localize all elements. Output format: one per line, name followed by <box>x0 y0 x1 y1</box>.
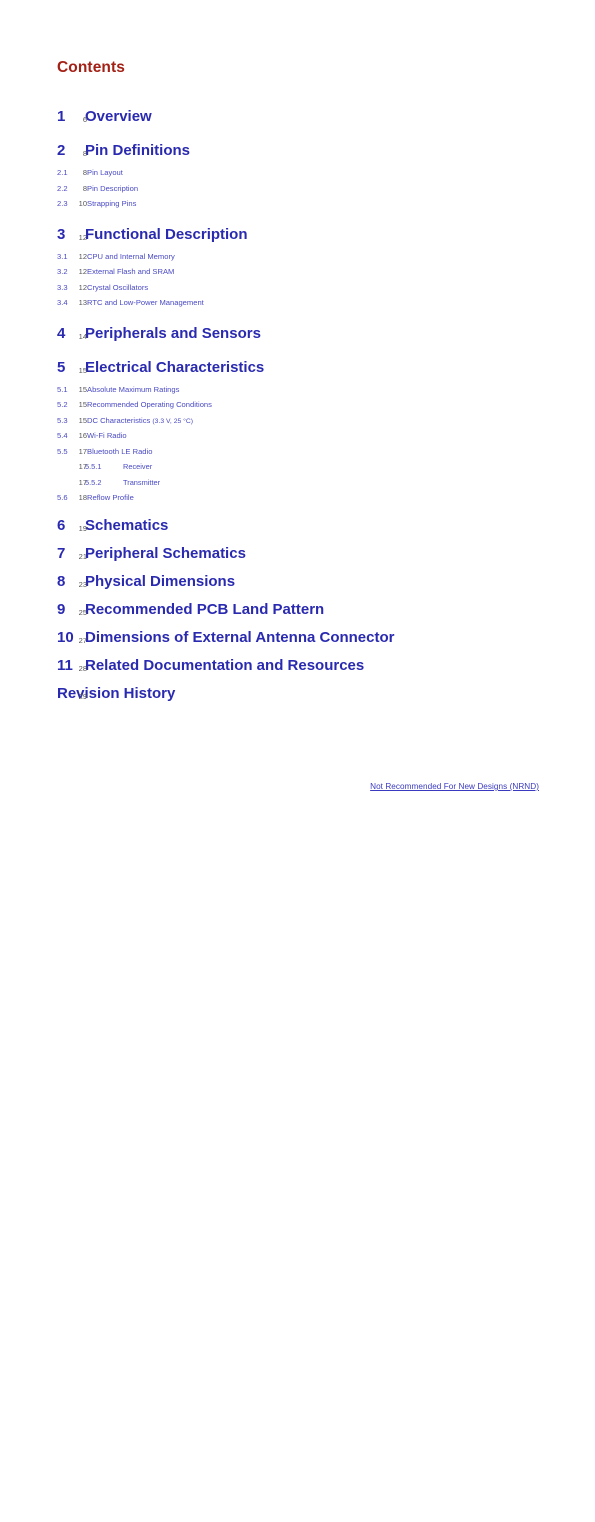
toc-entry-label: DC Characteristics (3.3 V, 25 °C) <box>87 413 193 430</box>
toc-entry[interactable]: 2.3 Strapping Pins 10 <box>57 196 539 212</box>
toc-entry-label: Reflow Profile <box>87 490 134 506</box>
toc-entry-label-text: DC Characteristics <box>87 415 153 425</box>
page-title: Contents <box>57 59 125 76</box>
toc-entry-number: 5.5.2 <box>85 477 102 487</box>
toc-entry[interactable]: 3.3 Crystal Oscillators 12 <box>57 280 539 296</box>
toc-entry-label: Pin Definitions <box>85 137 190 165</box>
toc-spacer <box>57 212 539 221</box>
page-footer: Not Recommended For New Designs (NRND) <box>57 776 539 794</box>
toc-entry[interactable]: 3.1 CPU and Internal Memory 12 <box>57 249 539 265</box>
toc-entry[interactable]: 2 Pin Definitions 8 <box>57 137 539 165</box>
toc-entry-label: Dimensions of External Antenna Connector <box>85 624 395 652</box>
toc-entry[interactable]: 5 Electrical Characteristics 15 <box>57 354 539 382</box>
toc-entry-label-text: CPU and Internal Memory <box>87 251 175 261</box>
toc-entry[interactable]: 11 Related Documentation and Resources 28 <box>57 652 539 680</box>
toc-entry-label-text: External Flash and SRAM <box>87 267 175 276</box>
toc-entry-label-text: Wi-Fi Radio <box>87 431 127 440</box>
toc-entry[interactable]: 4 Peripherals and Sensors 14 <box>57 320 539 348</box>
toc-entry-label: Recommended Operating Conditions <box>87 397 212 413</box>
toc-entry-label-text: Transmitter <box>123 477 161 487</box>
document-page: Contents 1 Overview 6 2 Pin Definitions 8 2.1 P… <box>0 0 595 842</box>
toc-entry[interactable]: 7 Peripheral Schematics 21 <box>57 540 539 568</box>
toc-entry-label-text: Physical Dimensions <box>85 572 236 590</box>
toc-entry-label: Peripheral Schematics <box>85 540 246 568</box>
toc-entry-label-text: Crystal Oscillators <box>87 282 149 292</box>
toc-entry-label: Crystal Oscillators <box>87 280 148 296</box>
toc-entry-label: Transmitter <box>123 475 160 491</box>
toc-entry-label: Wi-Fi Radio <box>87 428 127 444</box>
toc-entry-label: Overview <box>85 103 152 131</box>
toc-entry[interactable]: 5.5.1 Receiver 17 <box>57 459 539 475</box>
toc-entry[interactable]: 5.1 Absolute Maximum Ratings 15 <box>57 382 539 398</box>
toc-entry[interactable]: 5.6 Reflow Profile 18 <box>57 490 539 506</box>
toc-entry-label: Pin Description <box>87 181 138 197</box>
toc-entry[interactable]: 2.1 Pin Layout 8 <box>57 165 539 181</box>
toc-entry-label-text: Recommended Operating Conditions <box>87 400 212 409</box>
toc-entry[interactable]: 5.4 Wi-Fi Radio 16 <box>57 428 539 444</box>
toc-entry[interactable]: 9 Recommended PCB Land Pattern 25 <box>57 596 539 624</box>
toc-entry[interactable]: 6 Schematics 19 <box>57 512 539 540</box>
toc-entry-label-text: Pin Definitions <box>85 142 190 159</box>
toc-entry[interactable]: 1 Overview 6 <box>57 103 539 131</box>
toc-entry-label: Electrical Characteristics <box>85 354 264 382</box>
toc-entry-number: 5.5.1 <box>85 462 102 471</box>
toc-entry-label-text: Electrical Characteristics <box>85 358 265 376</box>
toc-entry-label-text: Reflow Profile <box>87 493 134 502</box>
toc-entry[interactable]: 8 Physical Dimensions 23 <box>57 568 539 596</box>
toc-entry[interactable]: 5.3 DC Characteristics (3.3 V, 25 °C) 15 <box>57 413 539 429</box>
toc-entry-label-text: Receiver <box>123 462 153 471</box>
toc-entry[interactable]: 10 Dimensions of External Antenna Connect… <box>57 624 539 652</box>
toc-entry[interactable]: 2.2 Pin Description 8 <box>57 181 539 197</box>
toc-entry[interactable]: 5.2 Recommended Operating Conditions 15 <box>57 397 539 413</box>
nrnd-notice-link[interactable]: Not Recommended For New Designs (NRND) <box>370 782 539 791</box>
toc-entry-label: Strapping Pins <box>87 196 136 212</box>
toc-entry-label: Peripherals and Sensors <box>85 320 261 348</box>
toc-entry-label-text: Strapping Pins <box>87 199 137 208</box>
toc-spacer <box>57 311 539 320</box>
toc-entry-label: Physical Dimensions <box>85 568 235 596</box>
toc-entry-label: Functional Description <box>85 221 248 249</box>
toc-entry-page-number: 29 <box>78 691 87 701</box>
toc-entry-label: CPU and Internal Memory <box>87 249 175 265</box>
toc-entry-label: Related Documentation and Resources <box>85 652 364 680</box>
toc-entry-label: Absolute Maximum Ratings <box>87 382 179 398</box>
toc-entry-label-text: Peripherals and Sensors <box>85 324 261 342</box>
toc-entry-label-text: Recommended PCB Land Pattern <box>85 600 325 618</box>
toc-entry[interactable]: 3 Functional Description 12 <box>57 221 539 249</box>
toc-entry-label: Receiver <box>123 459 152 475</box>
toc-entry-label-note: (3.3 V, 25 °C) <box>152 417 194 425</box>
table-of-contents: 1 Overview 6 2 Pin Definitions 8 2.1 Pin Layout… <box>57 103 539 708</box>
toc-entry-label-text: Related Documentation and Resources <box>85 656 365 674</box>
toc-entry-label: Schematics <box>85 512 168 540</box>
toc-entry-label: Pin Layout <box>87 165 123 181</box>
toc-entry[interactable]: 5.5.2 Transmitter 17 <box>57 475 539 491</box>
toc-entry[interactable]: Revision History 29 <box>57 680 539 708</box>
toc-entry-label: RTC and Low-Power Management <box>87 295 204 311</box>
toc-entry-label: External Flash and SRAM <box>87 264 174 280</box>
toc-entry[interactable]: 5.5 Bluetooth LE Radio 17 <box>57 444 539 460</box>
toc-entry-label-text: RTC and Low-Power Management <box>87 298 204 307</box>
toc-entry-label-text: Pin Layout <box>87 168 123 177</box>
toc-entry-label-text: Schematics <box>85 516 169 534</box>
toc-entry-label-text: Bluetooth LE Radio <box>87 446 153 456</box>
toc-entry-label-text: Dimensions of External Antenna Connector <box>85 628 395 646</box>
toc-entry-label-text: Absolute Maximum Ratings <box>87 384 180 394</box>
toc-entry-label: Bluetooth LE Radio <box>87 444 152 460</box>
toc-entry[interactable]: 3.4 RTC and Low-Power Management 13 <box>57 295 539 311</box>
toc-entry-label-text: Overview <box>85 108 152 125</box>
toc-entry-label: Recommended PCB Land Pattern <box>85 596 324 624</box>
toc-entry-label-text: Functional Description <box>85 225 248 243</box>
toc-entry-label-text: Pin Description <box>87 183 139 193</box>
toc-entry-label-text: Peripheral Schematics <box>85 544 246 562</box>
toc-entry[interactable]: 3.2 External Flash and SRAM 12 <box>57 264 539 280</box>
